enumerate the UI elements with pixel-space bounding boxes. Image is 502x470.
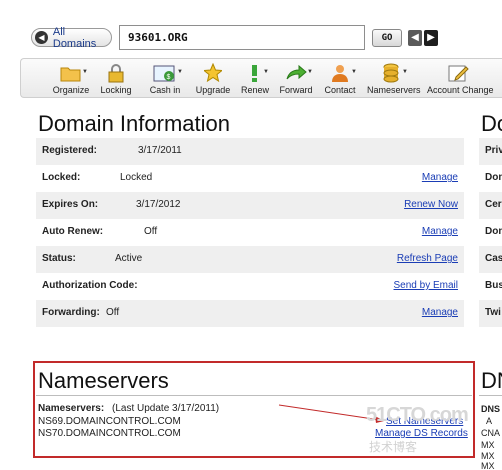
dns-record-type: MX xyxy=(481,440,495,450)
dns-panel-title: DN xyxy=(481,368,502,393)
dns-panel-divider xyxy=(479,395,502,396)
watermark-logo: 51CTO.com xyxy=(366,404,469,426)
dns-record-type: MX xyxy=(481,451,495,461)
watermark-subtitle: 技术博客 xyxy=(369,440,418,454)
annotation-arrow-icon xyxy=(278,404,384,423)
dns-record-type: CNA xyxy=(481,428,501,438)
dns-record-type: A xyxy=(486,416,493,426)
dns-record-type: MX xyxy=(481,461,495,470)
dns-header: DNS xyxy=(481,404,501,414)
